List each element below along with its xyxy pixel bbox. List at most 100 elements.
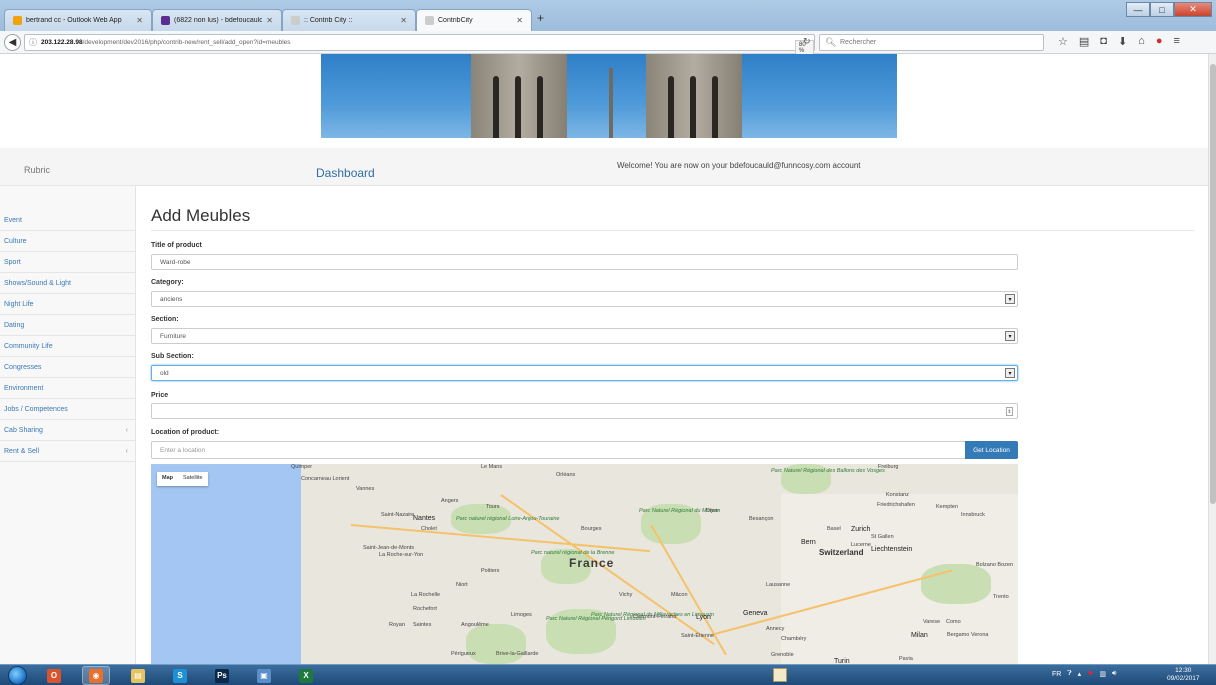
map-label: Parc Naturel Régional des Ballons des Vo… xyxy=(771,468,885,474)
close-icon[interactable]: ✕ xyxy=(516,16,523,25)
sidebar-item-congresses[interactable]: Congresses xyxy=(0,357,136,378)
taskbar-app-1[interactable]: ◉ xyxy=(82,666,110,685)
back-arrow-icon: ◀ xyxy=(8,37,17,48)
map-label: Lyon xyxy=(696,614,711,621)
taskbar-clock[interactable]: 12:30 09/02/2017 xyxy=(1167,667,1200,683)
help-icon[interactable]: ❓︎ xyxy=(1067,670,1071,678)
sidebar-item-community-life[interactable]: Community Life xyxy=(0,336,136,357)
sidebar-item-dating[interactable]: Dating xyxy=(0,315,136,336)
dropdown-arrow-icon[interactable]: ▾ xyxy=(1005,368,1015,378)
back-button[interactable]: ◀ xyxy=(4,34,21,51)
map-label: Liechtenstein xyxy=(871,546,913,553)
cathedral-spire xyxy=(609,68,613,138)
minimize-button[interactable]: — xyxy=(1126,2,1150,17)
google-map[interactable]: Map Satellite France Switzerland Quimper… xyxy=(151,464,1018,664)
map-label: Trento xyxy=(993,594,1009,600)
close-icon[interactable]: ✕ xyxy=(136,16,143,25)
location-input[interactable]: Enter a location xyxy=(151,441,966,459)
bookmark-star-icon[interactable]: ☆ xyxy=(1058,35,1068,48)
new-tab-button[interactable]: + xyxy=(537,11,544,25)
sub-section-select[interactable]: old ▾ xyxy=(151,365,1018,381)
flag-icon[interactable]: ⚑ xyxy=(1087,670,1093,678)
tab-outlook[interactable]: bertrand cc - Outlook Web App ✕ xyxy=(4,9,152,31)
reload-icon[interactable]: ↻ xyxy=(803,36,811,47)
home-icon[interactable]: ⌂ xyxy=(1138,35,1145,48)
map-label: Angers xyxy=(441,498,459,504)
get-location-button[interactable]: Get Location xyxy=(965,441,1018,459)
price-label: Price xyxy=(151,392,169,399)
tab-contrib-city-1[interactable]: :: Contrib City :: ✕ xyxy=(282,9,416,31)
sidebar-item-event[interactable]: Event xyxy=(0,210,136,231)
map-label: Bolzano Bozen xyxy=(976,562,1013,568)
price-input[interactable]: ⇕ xyxy=(151,403,1018,419)
taskbar-app-6[interactable]: X xyxy=(292,666,320,685)
url-host: 203.122.28.98 xyxy=(41,39,83,46)
app-icon: S xyxy=(173,668,187,683)
window-close-button[interactable]: ✕ xyxy=(1174,2,1212,17)
map-label: Périgueux xyxy=(451,651,476,657)
start-button[interactable] xyxy=(8,666,27,685)
sidebar-item-jobs[interactable]: Jobs / Competences xyxy=(0,399,136,420)
sidebar-item-cab-sharing[interactable]: Cab Sharing ‹ xyxy=(0,420,136,441)
mail-icon xyxy=(161,16,170,25)
volume-icon[interactable]: 🔊︎ xyxy=(1112,670,1116,678)
sidebar-item-culture[interactable]: Culture xyxy=(0,231,136,252)
language-indicator[interactable]: FR xyxy=(1052,671,1061,678)
taskbar-app-0[interactable]: O xyxy=(40,666,68,685)
sidebar-item-night-life[interactable]: Night Life xyxy=(0,294,136,315)
download-icon[interactable]: ⬇ xyxy=(1118,35,1127,48)
page-scrollbar[interactable] xyxy=(1208,54,1216,664)
browser-search-input[interactable]: 🔍︎ Rechercher xyxy=(819,34,1044,51)
scrollbar-thumb[interactable] xyxy=(1210,64,1216,504)
map-label: Lucerne xyxy=(851,542,871,548)
tab-contrib-city-active[interactable]: ContribCity ✕ xyxy=(416,9,532,31)
category-select[interactable]: anciens ▾ xyxy=(151,291,1018,307)
sidebar-item-environment[interactable]: Environment xyxy=(0,378,136,399)
windows-taskbar: O ◉ ▤ S Ps ▣ X FR ❓︎ ▴ ⚑ ▥ 🔊︎ 12:30 09/02/2017 xyxy=(0,664,1216,685)
sidebar-item-rent-sell[interactable]: Rent & Sell ‹ xyxy=(0,441,136,462)
sidebar-item-shows[interactable]: Shows/Sound & Light xyxy=(0,273,136,294)
toolbar-icons: ☆ ▤ ◘ ⬇ ⌂ ● ≡ xyxy=(1058,35,1180,48)
close-icon[interactable]: ✕ xyxy=(400,16,407,25)
sidebar: Event Culture Sport Shows/Sound & Light … xyxy=(0,186,136,664)
sidebar-item-sport[interactable]: Sport xyxy=(0,252,136,273)
chevron-left-icon: ‹ xyxy=(125,447,128,455)
menu-icon[interactable]: ≡ xyxy=(1173,35,1179,48)
dashboard-link[interactable]: Dashboard xyxy=(316,166,375,180)
number-spinner-icon[interactable]: ⇕ xyxy=(1006,407,1013,416)
map-label: Saint-Nazaire xyxy=(381,512,415,518)
welcome-message: Welcome! You are now on your bdefoucauld… xyxy=(617,161,861,170)
taskbar-app-2[interactable]: ▤ xyxy=(124,666,152,685)
title-of-product-input[interactable]: Ward-robe xyxy=(151,254,1018,270)
map-label: Bourges xyxy=(581,526,602,532)
app-icon: ▣ xyxy=(257,668,271,683)
maximize-button[interactable]: □ xyxy=(1150,2,1174,17)
map-type-satellite-button[interactable]: Satellite xyxy=(178,472,208,486)
map-label: Cholet xyxy=(421,526,437,532)
close-icon[interactable]: ✕ xyxy=(266,16,273,25)
show-hidden-icons[interactable]: ▴ xyxy=(1078,670,1082,678)
taskbar-app-4[interactable]: Ps xyxy=(208,666,236,685)
taskbar-app-3[interactable]: S xyxy=(166,666,194,685)
tab-yahoo-mail[interactable]: (6822 non lus) - bdefoucauld - Y... ✕ xyxy=(152,9,282,31)
bookmarks-list-icon[interactable]: ▤ xyxy=(1079,35,1089,48)
adblock-icon[interactable]: ● xyxy=(1156,35,1163,48)
network-icon[interactable]: ▥ xyxy=(1099,670,1106,678)
address-bar[interactable]: ⓘ 203.122.28.98 /development/dev2016/php… xyxy=(24,34,815,56)
map-label: Vannes xyxy=(356,486,375,492)
taskbar-app-5[interactable]: ▣ xyxy=(250,666,278,685)
section-select[interactable]: Furniture ▾ xyxy=(151,328,1018,344)
info-icon[interactable]: ⓘ xyxy=(29,37,37,48)
map-label: Brive-la-Gaillarde xyxy=(496,651,539,657)
map-label: Konstanz xyxy=(886,492,909,498)
map-label: Innsbruck xyxy=(961,512,985,518)
pocket-icon[interactable]: ◘ xyxy=(1100,35,1107,48)
dropdown-arrow-icon[interactable]: ▾ xyxy=(1005,294,1015,304)
map-label: Mâcon xyxy=(671,592,688,598)
map-label: Angoulême xyxy=(461,622,489,628)
dropdown-arrow-icon[interactable]: ▾ xyxy=(1005,331,1015,341)
map-type-map-button[interactable]: Map xyxy=(157,472,178,486)
url-path: /development/dev2016/php/contrib-new/ren… xyxy=(82,39,291,46)
map-label: Annecy xyxy=(766,626,785,632)
note-icon[interactable] xyxy=(773,668,787,682)
